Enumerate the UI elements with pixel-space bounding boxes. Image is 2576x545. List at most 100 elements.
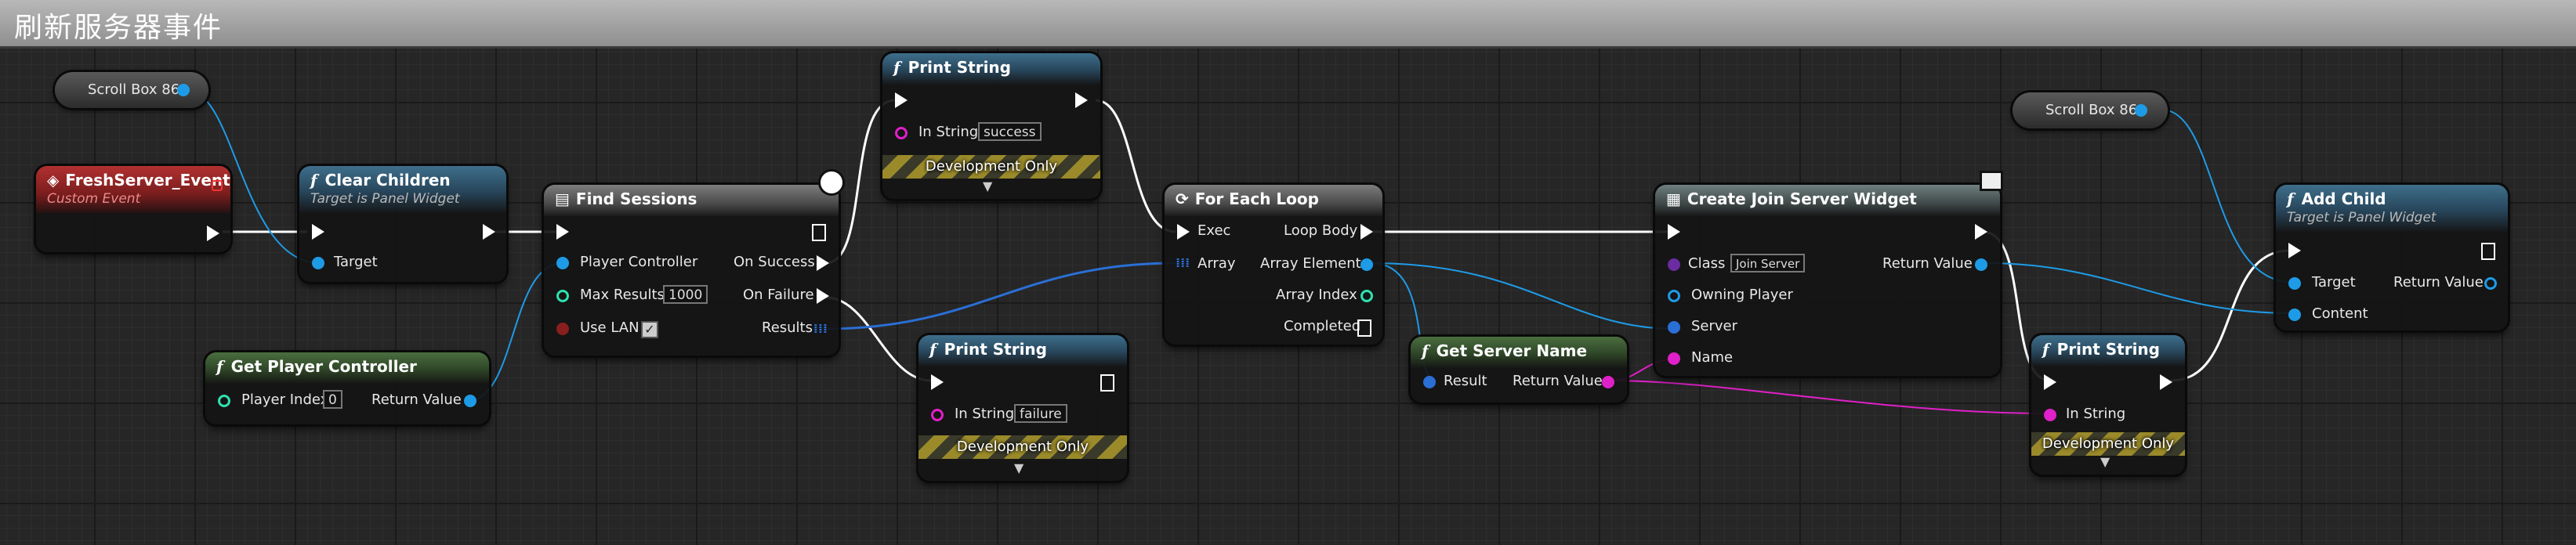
pin-label: Use LAN <box>580 319 639 336</box>
add-child-node[interactable]: f Add Child Target is Panel Widget Target… <box>2276 185 2508 330</box>
expand-chevron-icon[interactable]: ▼ <box>983 179 992 193</box>
scroll-box-variable-node[interactable]: Scroll Box 86 <box>55 72 208 108</box>
in-string-field[interactable]: failure <box>1014 404 1067 423</box>
content-input-pin[interactable] <box>2288 309 2301 321</box>
custom-event-node[interactable]: ◈ FreshServer_Event Custom Event <box>36 166 230 252</box>
pin-label: Target <box>2312 274 2356 291</box>
pin-label: Array Element <box>1260 255 1361 272</box>
on-failure-exec-pin[interactable] <box>817 288 829 304</box>
exec-input-pin[interactable] <box>2044 374 2056 390</box>
pin-label: Server <box>1691 318 1738 334</box>
target-input-pin[interactable] <box>312 257 324 269</box>
clear-children-node[interactable]: f Clear Children Target is Panel Widget T… <box>299 166 506 282</box>
object-wire <box>1984 262 2292 314</box>
exec-output-pin[interactable] <box>1975 224 1987 240</box>
latent-clock-icon <box>818 169 845 196</box>
class-input-pin[interactable] <box>1668 258 1680 271</box>
development-only-banner: Development Only <box>2031 432 2185 456</box>
function-icon: f <box>2042 340 2049 359</box>
exec-input-pin[interactable] <box>1668 224 1680 240</box>
exec-output-pin[interactable] <box>1075 92 1088 108</box>
exec-output-pin[interactable] <box>207 226 219 241</box>
variable-label: Scroll Box 86 <box>88 81 180 98</box>
exec-output-pin[interactable] <box>812 224 826 241</box>
node-title: For Each Loop <box>1194 189 1319 208</box>
array-element-output-pin[interactable] <box>1360 258 1373 271</box>
object-output-pin[interactable] <box>2484 277 2497 290</box>
banner-label: Development Only <box>2042 435 2175 452</box>
pin-label: On Success <box>734 254 815 270</box>
max-results-field[interactable]: 1000 <box>663 285 708 304</box>
pin-label: Owning Player <box>1691 287 1793 303</box>
exec-output-pin[interactable] <box>2481 243 2495 260</box>
pin-label: Array Index <box>1276 287 1357 303</box>
for-each-loop-node[interactable]: ⟳ For Each Loop Exec Loop Body ⁞⁞⁞ Array … <box>1165 185 1382 345</box>
exec-input-pin[interactable] <box>931 374 944 390</box>
exec-output-pin[interactable] <box>483 224 495 240</box>
pin-label: Exec <box>1197 222 1231 239</box>
int-input-pin[interactable] <box>218 395 230 407</box>
pin-label: In String <box>955 406 1015 422</box>
bool-input-pin[interactable] <box>556 323 569 335</box>
graph-title: 刷新服务器事件 <box>14 12 223 44</box>
array-output-pin[interactable]: ⁞⁞⁞ <box>813 321 828 336</box>
class-dropdown[interactable]: Join Server <box>1730 254 1806 272</box>
exec-output-pin[interactable] <box>2160 374 2172 390</box>
name-input-pin[interactable] <box>1668 352 1680 365</box>
string-input-pin[interactable] <box>2044 409 2056 421</box>
owning-player-input-pin[interactable] <box>1668 290 1680 302</box>
exec-wire <box>1095 99 1176 233</box>
completed-exec-pin[interactable] <box>1357 319 1371 337</box>
array-index-output-pin[interactable] <box>1360 290 1373 302</box>
scroll-box-variable-node[interactable]: Scroll Box 86 <box>2013 92 2168 128</box>
variable-label: Scroll Box 86 <box>2045 102 2138 118</box>
exec-output-pin[interactable] <box>1100 374 1114 392</box>
node-title: Clear Children <box>324 171 451 189</box>
pin-label: Return Value <box>1513 373 1603 389</box>
print-string-name-node[interactable]: f Print String In String Development Only… <box>2031 335 2185 475</box>
player-controller-input-pin[interactable] <box>556 257 569 269</box>
struct-input-pin[interactable] <box>1423 376 1436 388</box>
expand-chevron-icon[interactable]: ▼ <box>1014 460 1024 475</box>
get-server-name-node[interactable]: f Get Server Name Result Return Value <box>1411 337 1627 402</box>
pin-label: In String <box>918 124 979 140</box>
expand-chevron-icon[interactable]: ▼ <box>2100 454 2110 469</box>
pin-label: Return Value <box>1882 255 1973 272</box>
exec-input-pin[interactable] <box>1177 224 1190 240</box>
exec-input-pin[interactable] <box>895 92 908 108</box>
get-player-controller-node[interactable]: f Get Player Controller Player Index 0 Re… <box>205 352 489 424</box>
target-input-pin[interactable] <box>2288 277 2301 290</box>
server-input-pin[interactable] <box>1668 321 1680 334</box>
node-subtitle: Custom Event <box>47 191 141 207</box>
string-input-pin[interactable] <box>895 127 908 139</box>
object-output-pin[interactable] <box>2135 104 2147 117</box>
object-output-pin[interactable] <box>177 84 190 96</box>
print-string-success-node[interactable]: f Print String In String success Developm… <box>882 53 1100 199</box>
pin-label: Name <box>1691 349 1734 366</box>
node-title: Get Server Name <box>1436 341 1588 360</box>
function-icon: f <box>216 357 223 376</box>
use-lan-checkbox[interactable]: ✓ <box>641 321 658 338</box>
function-icon: f <box>310 171 317 189</box>
print-string-failure-node[interactable]: f Print String In String failure Developm… <box>918 335 1127 481</box>
player-index-field[interactable]: 0 <box>323 390 342 409</box>
node-title: Create Join Server Widget <box>1687 189 1917 208</box>
in-string-field[interactable]: success <box>978 122 1042 141</box>
exec-input-pin[interactable] <box>2288 243 2301 258</box>
loop-body-exec-pin[interactable] <box>1360 224 1373 240</box>
exec-input-pin[interactable] <box>556 224 569 240</box>
delegate-pin[interactable] <box>212 180 223 191</box>
string-input-pin[interactable] <box>931 409 944 421</box>
exec-input-pin[interactable] <box>312 224 324 240</box>
node-title: Print String <box>944 340 1047 359</box>
object-output-pin[interactable] <box>464 395 476 407</box>
on-success-exec-pin[interactable] <box>817 255 829 271</box>
int-input-pin[interactable] <box>556 290 569 302</box>
latent-node-icon: ▤ <box>555 189 570 208</box>
object-output-pin[interactable] <box>1975 258 1987 271</box>
node-title: Print String <box>2056 340 2160 359</box>
create-widget-node[interactable]: ▦ Create Join Server Widget Class Join Se… <box>1655 171 2003 376</box>
string-output-pin[interactable] <box>1602 376 1614 388</box>
find-sessions-node[interactable]: ▤ Find Sessions Player Controller On Succ… <box>544 169 845 356</box>
array-input-pin[interactable]: ⁞⁞⁞ <box>1176 255 1190 270</box>
